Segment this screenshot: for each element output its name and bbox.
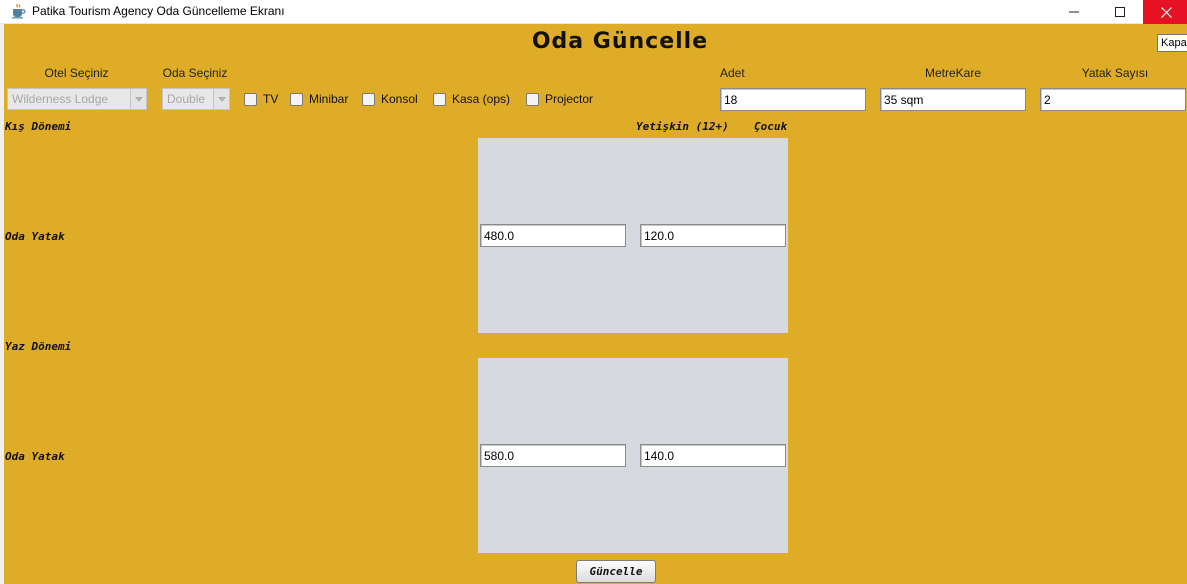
- update-button[interactable]: Güncelle: [576, 560, 656, 583]
- summer-row-label: Oda Yatak: [5, 450, 65, 463]
- area-label: MetreKare: [924, 66, 982, 80]
- summer-child-price-field[interactable]: 140.0: [640, 444, 786, 467]
- close-button[interactable]: [1143, 0, 1187, 24]
- window-title: Patika Tourism Agency Oda Güncelleme Ekr…: [32, 4, 285, 18]
- stock-label: Adet: [720, 66, 745, 80]
- java-cup-icon: [12, 3, 26, 19]
- checkbox-label: TV: [263, 92, 279, 106]
- winter-row-label: Oda Yatak: [5, 230, 65, 243]
- close-icon: [1160, 6, 1172, 18]
- maximize-icon: [1115, 7, 1125, 17]
- winter-child-price-field[interactable]: 120.0: [640, 224, 786, 247]
- checkbox-tv[interactable]: TV: [244, 92, 278, 106]
- checkbox-label: Minibar: [309, 92, 349, 106]
- checkbox-konsol[interactable]: Konsol: [362, 92, 418, 106]
- checkbox-box[interactable]: [290, 92, 303, 106]
- checkbox-minibar[interactable]: Minibar: [290, 92, 348, 106]
- minimize-icon: [1069, 11, 1079, 13]
- close-tooltip: Kapat: [1157, 34, 1187, 52]
- beds-label: Yatak Sayısı: [1081, 66, 1149, 80]
- winter-season-label: Kış Dönemi: [5, 120, 72, 133]
- checkbox-label: Projector: [545, 92, 594, 106]
- winter-adult-price-field[interactable]: 480.0: [480, 224, 626, 247]
- summer-adult-price-field[interactable]: 580.0: [480, 444, 626, 467]
- checkbox-box[interactable]: [362, 92, 375, 106]
- chevron-down-icon: [213, 89, 229, 109]
- checkbox-label: Konsol: [381, 92, 418, 106]
- page-title: Oda Güncelle: [531, 29, 709, 54]
- area-field[interactable]: 35 sqm: [880, 88, 1026, 111]
- hotel-select-value: Wilderness Lodge: [12, 92, 109, 106]
- beds-field[interactable]: 2: [1040, 88, 1186, 111]
- title-bar[interactable]: Patika Tourism Agency Oda Güncelleme Ekr…: [0, 0, 1187, 24]
- child-column-label: Çocuk: [754, 120, 788, 133]
- checkbox-box[interactable]: [244, 92, 257, 106]
- hotel-select[interactable]: Wilderness Lodge: [7, 88, 147, 110]
- room-select[interactable]: Double: [162, 88, 230, 110]
- adult-column-label: Yetişkin (12+): [636, 120, 729, 133]
- minimize-button[interactable]: [1051, 0, 1097, 24]
- room-select-label: Oda Seçiniz: [162, 66, 228, 80]
- checkbox-box[interactable]: [433, 92, 446, 106]
- checkbox-kasa[interactable]: Kasa (ops): [433, 92, 510, 106]
- checkbox-projector[interactable]: Projector: [526, 92, 593, 106]
- main-panel: Oda Güncelle Kapat Otel Seçiniz Oda Seçi…: [4, 24, 1187, 584]
- maximize-button[interactable]: [1097, 0, 1143, 24]
- hotel-select-label: Otel Seçiniz: [44, 66, 109, 80]
- checkbox-label: Kasa (ops): [452, 92, 511, 106]
- checkbox-box[interactable]: [526, 92, 539, 106]
- summer-season-label: Yaz Dönemi: [5, 340, 72, 353]
- chevron-down-icon: [130, 89, 146, 109]
- room-select-value: Double: [167, 92, 206, 106]
- stock-field[interactable]: 18: [720, 88, 866, 111]
